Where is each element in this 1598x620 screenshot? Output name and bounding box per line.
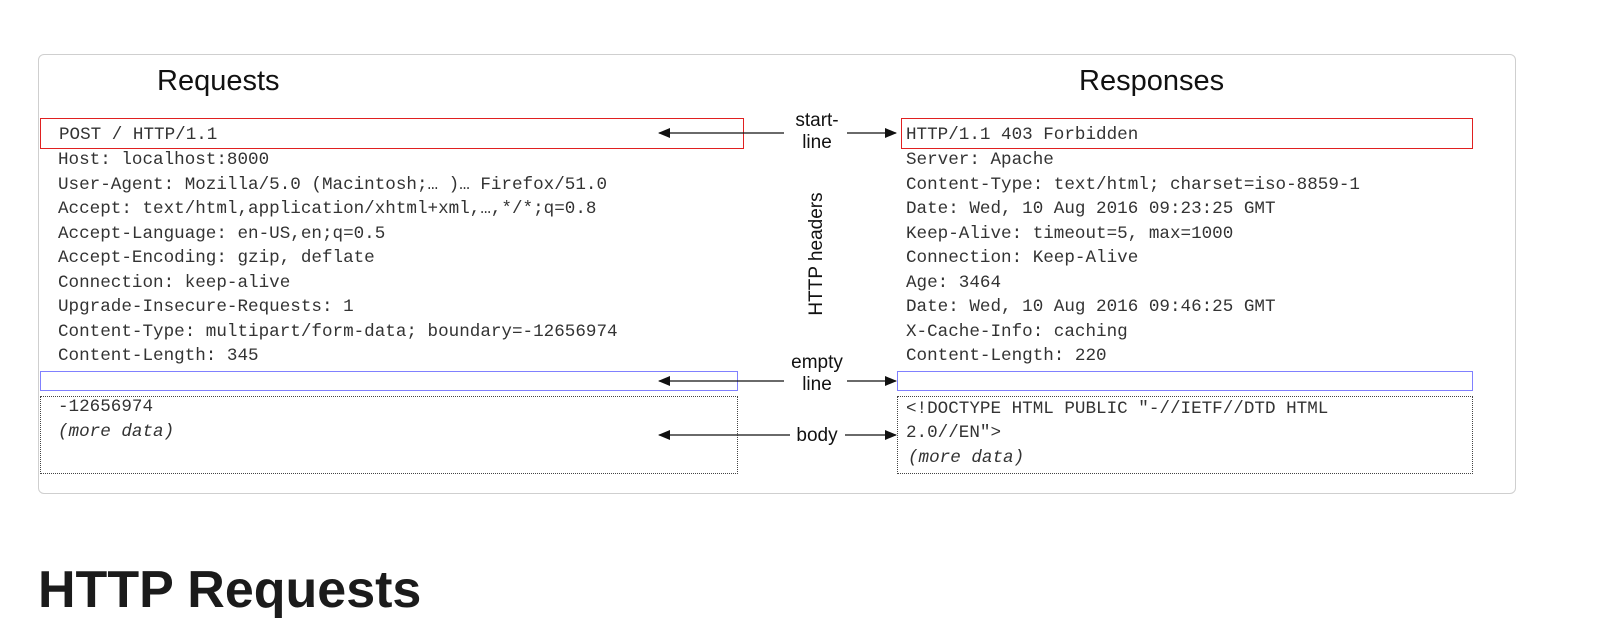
http-message-diagram: Requests Responses POST / HTTP/1.1 Host:…: [38, 54, 1516, 494]
arrows-layer: [658, 128, 897, 440]
section-heading: HTTP Requests: [38, 561, 422, 619]
